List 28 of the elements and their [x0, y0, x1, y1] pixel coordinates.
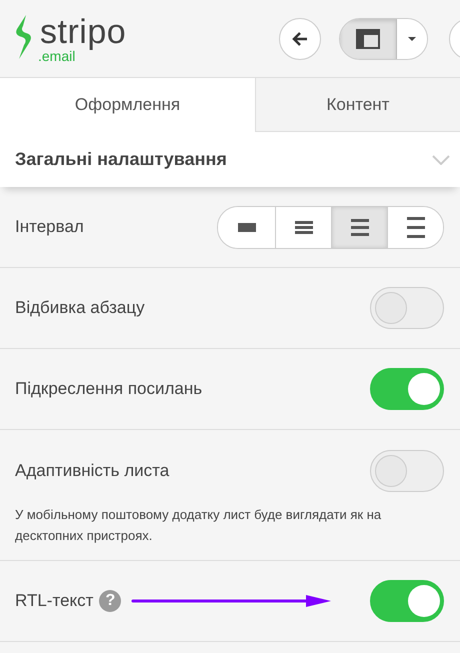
layout-icon — [356, 29, 380, 49]
section-header[interactable]: Загальні налаштування — [0, 132, 460, 187]
setting-label: Підкреслення посилань — [15, 379, 202, 399]
line-spacing-icon — [238, 222, 256, 232]
layout-button[interactable] — [340, 19, 397, 59]
spacing-selector[interactable] — [217, 206, 444, 248]
line-spacing-icon — [406, 216, 424, 238]
toggle-switch[interactable] — [370, 580, 444, 622]
logo-wordmark: stripo — [40, 14, 126, 48]
setting-label: Адаптивність листа — [15, 461, 170, 481]
back-arrow-icon — [292, 32, 308, 46]
tab[interactable]: Контент — [255, 78, 460, 132]
setting-label: RTL-текст — [15, 591, 94, 611]
toggle-switch[interactable] — [370, 287, 444, 329]
line-spacing-icon — [350, 218, 368, 236]
setting-label: Відбивка абзацу — [15, 298, 145, 318]
caret-icon — [407, 36, 417, 42]
section-title: Загальні налаштування — [15, 149, 227, 170]
setting-note: У мобільному поштовому додатку лист буде виглядати як на десктопних пристроях. — [15, 506, 382, 545]
toggle-switch[interactable] — [370, 450, 444, 492]
logo-suffix: .email — [38, 48, 76, 62]
line-spacing-icon — [294, 220, 312, 234]
spacing-option[interactable] — [331, 206, 387, 248]
back-button[interactable] — [279, 18, 321, 60]
toggle-switch[interactable] — [370, 368, 444, 410]
tab[interactable]: Оформлення — [0, 78, 255, 132]
setting-label: Інтервал — [15, 217, 84, 237]
spacing-option[interactable] — [387, 206, 443, 248]
